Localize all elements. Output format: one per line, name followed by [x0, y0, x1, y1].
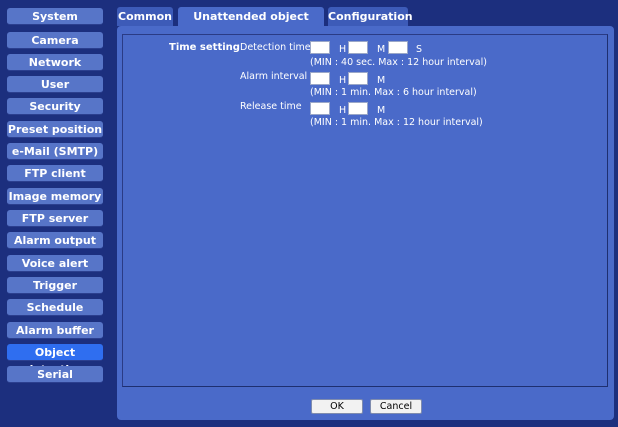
sidebar-item-security[interactable]: Security [7, 98, 103, 115]
cancel-button[interactable]: Cancel [370, 399, 422, 414]
sidebar-item-alarm-buffer[interactable]: Alarm buffer [7, 322, 103, 339]
tab-common[interactable]: Common [117, 7, 173, 26]
section-label-time-setting: Time setting [169, 42, 240, 53]
alarm-interval-hour-unit: H [339, 75, 347, 86]
sidebar-item-user[interactable]: User [7, 76, 103, 93]
sidebar-item-alarm-output[interactable]: Alarm output [7, 232, 103, 249]
tab-configuration[interactable]: Configuration [328, 7, 413, 26]
alarm-interval-note: (MIN : 1 min. Max : 6 hour interval) [310, 87, 477, 98]
detection-time-hour-unit: H [339, 44, 347, 55]
sidebar-item-ftp-server[interactable]: FTP server [7, 210, 103, 227]
release-time-hour-input[interactable] [310, 102, 330, 115]
detection-time-minute-unit: M [377, 44, 386, 55]
release-time-hour-unit: H [339, 105, 347, 116]
tab-unattended-object-setting[interactable]: Unattended object setting [178, 7, 324, 42]
sidebar-item-preset-position[interactable]: Preset position [7, 121, 103, 138]
alarm-interval-label: Alarm interval [240, 71, 308, 82]
sidebar: System Camera Network User Security Pres… [0, 0, 112, 427]
alarm-interval-minute-input[interactable] [348, 72, 368, 85]
ok-button[interactable]: OK [311, 399, 363, 414]
release-time-label: Release time [240, 101, 302, 112]
sidebar-item-email-smtp[interactable]: e-Mail (SMTP) [7, 143, 103, 160]
sidebar-item-serial[interactable]: Serial [7, 366, 103, 383]
release-time-minute-input[interactable] [348, 102, 368, 115]
detection-time-note: (MIN : 40 sec. Max : 12 hour interval) [310, 57, 487, 68]
sidebar-item-schedule[interactable]: Schedule [7, 299, 103, 316]
sidebar-item-object-detection[interactable]: Object detection [7, 344, 103, 376]
detection-time-label: Detection time [240, 42, 311, 53]
detection-time-second-unit: S [416, 44, 423, 55]
sidebar-item-ftp-client[interactable]: FTP client [7, 165, 103, 182]
sidebar-item-voice-alert[interactable]: Voice alert [7, 255, 103, 272]
sidebar-item-image-memory[interactable]: Image memory [7, 188, 103, 205]
sidebar-item-trigger[interactable]: Trigger [7, 277, 103, 294]
release-time-note: (MIN : 1 min. Max : 12 hour interval) [310, 117, 483, 128]
detection-time-second-input[interactable] [388, 41, 408, 54]
sidebar-item-system[interactable]: System [7, 8, 103, 25]
sidebar-item-camera[interactable]: Camera [7, 32, 103, 49]
detection-time-hour-input[interactable] [310, 41, 330, 54]
release-time-minute-unit: M [377, 105, 386, 116]
sidebar-item-network[interactable]: Network [7, 54, 103, 71]
detection-time-minute-input[interactable] [348, 41, 368, 54]
alarm-interval-minute-unit: M [377, 75, 386, 86]
alarm-interval-hour-input[interactable] [310, 72, 330, 85]
